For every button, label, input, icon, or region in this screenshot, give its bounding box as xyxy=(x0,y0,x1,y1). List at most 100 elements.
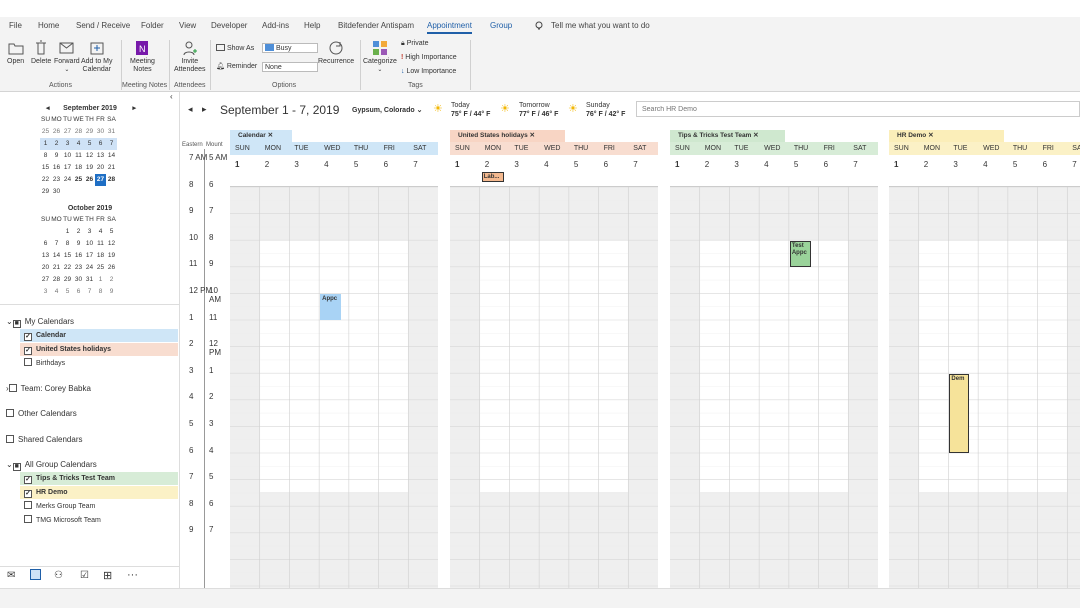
mini-cal-day[interactable]: 14 xyxy=(106,150,117,162)
mini-cal-day[interactable]: 15 xyxy=(62,250,73,262)
checkbox[interactable]: ■ xyxy=(12,320,21,328)
date-number[interactable]: 1 xyxy=(894,160,898,169)
mini-cal-day[interactable]: 14 xyxy=(51,250,62,262)
calendar-item-us-holidays[interactable]: ✓ United States holidays xyxy=(20,343,178,356)
date-number[interactable]: 7 xyxy=(633,160,637,169)
mini-cal-day[interactable]: 10 xyxy=(62,150,73,162)
date-number[interactable]: 6 xyxy=(384,160,388,169)
mini-cal-day[interactable]: 1 xyxy=(40,138,51,150)
open-button[interactable]: Open xyxy=(7,40,24,66)
mini-cal-day[interactable]: 15 xyxy=(40,162,51,174)
tab-developer[interactable]: Developer xyxy=(211,21,247,30)
mini-cal-day[interactable]: 26 xyxy=(106,262,117,274)
mini-cal-day[interactable]: 9 xyxy=(73,238,84,250)
group-my-calendars[interactable]: ⌄ ■ My Calendars xyxy=(6,317,74,328)
mini-cal-day[interactable]: 3 xyxy=(62,138,73,150)
group-team-corey-babka[interactable]: › Team: Corey Babka xyxy=(6,384,91,393)
mini-cal-day[interactable]: 5 xyxy=(84,138,95,150)
appointment-event[interactable]: Dem xyxy=(949,374,970,453)
mini-cal-day[interactable]: 6 xyxy=(40,238,51,250)
checkbox-checked[interactable]: ✓ xyxy=(24,333,32,341)
mini-cal-day[interactable]: 2 xyxy=(73,226,84,238)
mini-cal-day[interactable]: 7 xyxy=(106,138,117,150)
mini-cal-day[interactable]: 24 xyxy=(62,174,73,186)
mini-cal-day[interactable]: 2 xyxy=(106,274,117,286)
mini-cal-day[interactable]: 27 xyxy=(62,126,73,138)
prev-month-icon[interactable]: ◂ xyxy=(46,104,50,114)
date-number[interactable]: 2 xyxy=(265,160,269,169)
close-icon[interactable]: ✕ xyxy=(266,132,273,139)
tab-bitdefender[interactable]: Bitdefender Antispam xyxy=(338,21,414,30)
mini-cal-day[interactable]: 13 xyxy=(95,150,106,162)
mini-cal-day[interactable]: 4 xyxy=(95,226,106,238)
add-to-my-calendar-button[interactable]: Add to My Calendar xyxy=(81,40,113,74)
mini-cal-day[interactable]: 8 xyxy=(95,286,106,298)
mini-cal-day[interactable]: 30 xyxy=(51,186,62,198)
checkbox[interactable] xyxy=(24,515,32,523)
mini-cal-day[interactable]: 23 xyxy=(51,174,62,186)
mini-cal-day[interactable]: 10 xyxy=(84,238,95,250)
mini-cal-day[interactable]: 11 xyxy=(95,238,106,250)
mini-cal-day[interactable]: 31 xyxy=(106,126,117,138)
forward-button[interactable]: Forward ⌄ xyxy=(54,40,80,74)
reminder-dropdown[interactable]: None xyxy=(262,62,318,72)
tab-view[interactable]: View xyxy=(179,21,196,30)
close-icon[interactable]: ✕ xyxy=(926,132,933,139)
mini-cal-day[interactable]: 29 xyxy=(62,274,73,286)
mini-cal-day[interactable]: 29 xyxy=(84,126,95,138)
close-icon[interactable]: ✕ xyxy=(528,132,535,139)
date-number[interactable]: 6 xyxy=(604,160,608,169)
mini-cal-day[interactable]: 1 xyxy=(95,274,106,286)
time-grid[interactable]: Dem xyxy=(889,187,1080,588)
mini-cal-day[interactable]: 2 xyxy=(51,138,62,150)
mini-cal-day[interactable]: 1 xyxy=(62,226,73,238)
delete-button[interactable]: Delete xyxy=(31,40,51,66)
mini-cal-day[interactable]: 19 xyxy=(84,162,95,174)
calendar-tab[interactable]: Calendar ✕ xyxy=(230,130,292,142)
location-selector[interactable]: Gypsum, Colorado ⌄ xyxy=(352,106,422,114)
mini-cal-day[interactable]: 30 xyxy=(95,126,106,138)
checkbox[interactable] xyxy=(24,358,32,366)
mini-cal-day[interactable]: 28 xyxy=(51,274,62,286)
date-number[interactable]: 1 xyxy=(235,160,239,169)
date-number[interactable]: 7 xyxy=(1072,160,1076,169)
checkbox[interactable] xyxy=(24,501,32,509)
calendar-item-calendar[interactable]: ✓ Calendar xyxy=(20,329,178,342)
date-number[interactable]: 7 xyxy=(853,160,857,169)
mini-cal-day[interactable]: 17 xyxy=(62,162,73,174)
private-button[interactable]: 🔒︎ Private xyxy=(401,40,428,48)
mini-cal-day[interactable]: 3 xyxy=(40,286,51,298)
date-number[interactable]: 4 xyxy=(544,160,548,169)
date-number[interactable]: 6 xyxy=(1043,160,1047,169)
date-number[interactable]: 3 xyxy=(514,160,518,169)
date-number[interactable]: 3 xyxy=(294,160,298,169)
mini-cal-day[interactable]: 20 xyxy=(95,162,106,174)
group-shared-calendars[interactable]: Shared Calendars xyxy=(6,435,82,444)
calendar-tab[interactable]: HR Demo ✕ xyxy=(889,130,1004,142)
mini-cal-day[interactable]: 16 xyxy=(51,162,62,174)
search-input[interactable] xyxy=(636,101,1080,117)
mini-cal-day[interactable]: 22 xyxy=(40,174,51,186)
date-number[interactable]: 2 xyxy=(924,160,928,169)
mini-cal-day[interactable]: 26 xyxy=(84,174,95,186)
calendar-item-tips-tricks[interactable]: ✓ Tips & Tricks Test Team xyxy=(20,472,178,485)
tab-file[interactable]: File xyxy=(9,21,22,30)
mini-cal-day[interactable]: 6 xyxy=(73,286,84,298)
date-number[interactable]: 5 xyxy=(1013,160,1017,169)
mini-cal-day[interactable]: 18 xyxy=(95,250,106,262)
mini-cal-day[interactable]: 22 xyxy=(62,262,73,274)
mini-cal-day[interactable]: 26 xyxy=(51,126,62,138)
mini-cal-day[interactable]: 27 xyxy=(40,274,51,286)
group-other-calendars[interactable]: Other Calendars xyxy=(6,409,77,418)
date-number[interactable]: 4 xyxy=(983,160,987,169)
show-as-dropdown[interactable]: Busy xyxy=(262,43,318,53)
date-number[interactable]: 5 xyxy=(794,160,798,169)
mini-cal-day[interactable]: 25 xyxy=(73,174,84,186)
time-grid[interactable]: Appc xyxy=(230,187,438,588)
mini-cal-day[interactable]: 13 xyxy=(40,250,51,262)
meeting-notes-button[interactable]: N Meeting Notes xyxy=(130,40,155,74)
mini-cal-day[interactable]: 4 xyxy=(51,286,62,298)
date-number[interactable]: 6 xyxy=(824,160,828,169)
mini-cal-day[interactable]: 12 xyxy=(84,150,95,162)
checkbox-checked[interactable]: ✓ xyxy=(24,476,32,484)
